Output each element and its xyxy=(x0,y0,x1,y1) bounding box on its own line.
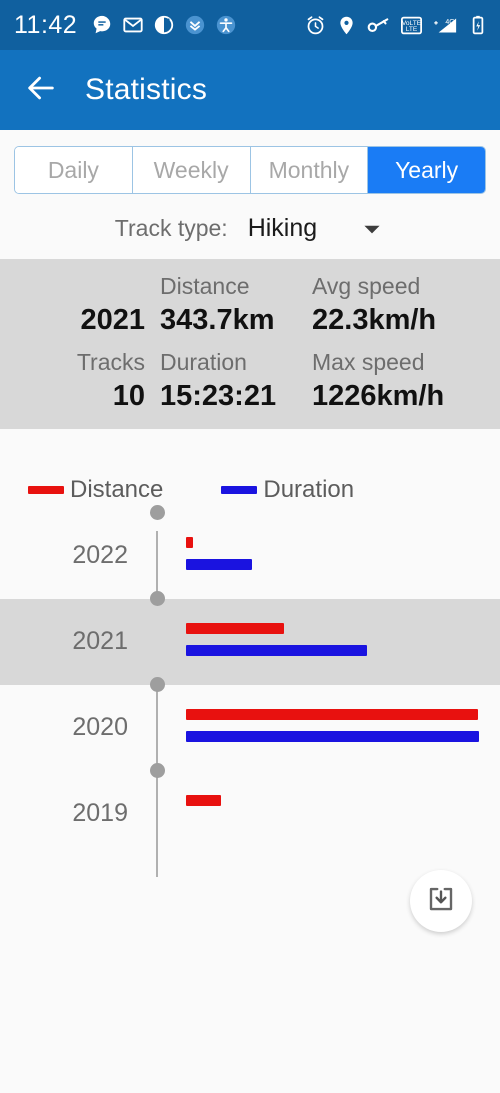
summary-cell-tracks: Tracks 10 xyxy=(0,347,155,415)
chart-bar-duration xyxy=(186,731,479,742)
download-tray-icon xyxy=(426,884,456,919)
email-icon xyxy=(122,14,144,36)
summary-row-1: 2021 Distance 343.7km Avg speed 22.3km/h xyxy=(0,271,500,339)
summary-max-speed-value: 1226km/h xyxy=(312,380,445,412)
chat-bubble-icon xyxy=(91,14,113,36)
summary-cell-year: 2021 xyxy=(0,271,155,339)
summary-year-value: 2021 xyxy=(80,304,145,336)
period-segmented-control: Daily Weekly Monthly Yearly xyxy=(14,146,486,194)
summary-cell-distance: Distance 343.7km xyxy=(155,271,310,339)
status-left-icons xyxy=(91,14,237,36)
chart-row-label: 2020 xyxy=(72,713,128,741)
legend-swatch-duration xyxy=(221,486,258,494)
volte-icon: VoLTE LTE xyxy=(400,15,423,36)
chart-row-label: 2019 xyxy=(72,799,128,827)
summary-max-speed-label: Max speed xyxy=(312,349,425,375)
summary-distance-label: Distance xyxy=(160,273,250,299)
chart-bar-distance xyxy=(186,537,193,548)
chart-bar-duration xyxy=(186,559,252,570)
summary-cell-avg-speed: Avg speed 22.3km/h xyxy=(310,271,500,339)
summary-panel: 2021 Distance 343.7km Avg speed 22.3km/h… xyxy=(0,259,500,429)
accessibility-icon xyxy=(215,14,237,36)
svg-text:LTE: LTE xyxy=(406,26,418,33)
legend-item-duration: Duration xyxy=(221,476,354,504)
chart-rows: 2022 2021 2020 2019 xyxy=(0,505,500,877)
chart-row-2019[interactable]: 2019 xyxy=(0,763,500,857)
summary-distance-value: 343.7km xyxy=(160,304,275,336)
chart-bar-distance xyxy=(186,795,221,806)
legend-label-duration: Duration xyxy=(263,476,355,503)
period-tabs-container: Daily Weekly Monthly Yearly xyxy=(0,130,500,208)
tab-daily[interactable]: Daily xyxy=(15,147,133,193)
axis-dot xyxy=(150,591,165,606)
summary-row-2: Tracks 10 Duration 15:23:21 Max speed 12… xyxy=(0,347,500,415)
tab-yearly[interactable]: Yearly xyxy=(368,147,485,193)
summary-duration-label: Duration xyxy=(160,349,247,375)
chart-row-2020[interactable]: 2020 xyxy=(0,677,500,771)
track-type-row: Track type: Hiking xyxy=(0,208,500,259)
axis-dot xyxy=(150,505,165,520)
chart-row-label: 2022 xyxy=(72,541,128,569)
summary-avg-speed-label: Avg speed xyxy=(312,273,421,299)
track-type-value[interactable]: Hiking xyxy=(248,214,317,243)
double-chevron-down-icon xyxy=(184,14,206,36)
svg-text:4G: 4G xyxy=(445,18,454,25)
chart-legend: Distance Duration xyxy=(0,429,500,509)
summary-year-spacer xyxy=(10,271,145,301)
summary-cell-duration: Duration 15:23:21 xyxy=(155,347,310,415)
contrast-circle-icon xyxy=(153,14,175,36)
chevron-down-icon[interactable] xyxy=(359,216,385,242)
tab-monthly[interactable]: Monthly xyxy=(250,147,369,193)
back-button[interactable] xyxy=(22,71,60,109)
status-right-icons: VoLTE LTE 4G xyxy=(305,15,486,36)
battery-charging-icon xyxy=(470,15,486,36)
location-pin-icon xyxy=(336,15,357,36)
legend-item-distance: Distance xyxy=(28,476,163,504)
alarm-clock-icon xyxy=(305,15,326,36)
chart-bar-duration xyxy=(186,645,367,656)
arrow-left-icon xyxy=(24,71,58,110)
chart-bar-distance xyxy=(186,623,284,634)
chart-row-2022[interactable]: 2022 xyxy=(0,505,500,599)
summary-tracks-label: Tracks xyxy=(76,349,145,375)
track-type-label: Track type: xyxy=(114,215,228,241)
axis-dot xyxy=(150,677,165,692)
vpn-key-icon xyxy=(367,15,390,36)
summary-cell-max-speed: Max speed 1226km/h xyxy=(310,347,500,415)
axis-dot xyxy=(150,763,165,778)
status-bar: 11:42 VoLTE LTE 4G xyxy=(0,0,500,50)
app-bar: Statistics xyxy=(0,50,500,130)
page-title: Statistics xyxy=(85,73,208,106)
tab-weekly[interactable]: Weekly xyxy=(132,147,251,193)
summary-avg-speed-value: 22.3km/h xyxy=(312,304,437,336)
legend-label-distance: Distance xyxy=(70,476,164,503)
legend-swatch-distance xyxy=(28,486,64,494)
status-clock: 11:42 xyxy=(14,10,78,39)
signal-4g-icon: 4G xyxy=(433,15,460,36)
chart-row-label: 2021 xyxy=(72,627,128,655)
chart-bar-distance xyxy=(186,709,478,720)
summary-tracks-value: 10 xyxy=(112,380,145,412)
export-button[interactable] xyxy=(410,870,472,932)
chart-area: Distance Duration 2022 2021 2020 2019 xyxy=(0,429,500,1093)
summary-duration-value: 15:23:21 xyxy=(160,380,277,412)
chart-row-2021[interactable]: 2021 xyxy=(0,591,500,685)
